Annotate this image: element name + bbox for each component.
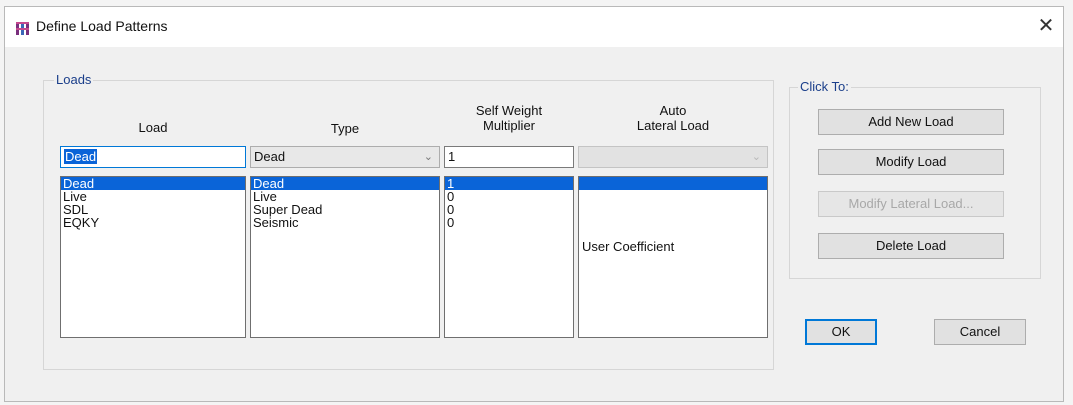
list-item[interactable]: EQKY [61,216,245,229]
modify-load-button[interactable]: Modify Load [818,149,1004,175]
chevron-down-icon: ⌄ [751,151,761,163]
list-item[interactable]: Dead [61,177,245,190]
list-item[interactable]: 0 [445,216,573,229]
list-item[interactable]: Dead [251,177,439,190]
self-weight-multiplier-input-value: 1 [448,149,456,164]
etabs-app-icon [16,22,29,35]
cancel-button[interactable]: Cancel [934,319,1026,345]
delete-load-button[interactable]: Delete Load [818,233,1004,259]
click-to-group: Click To: Add New Load Modify Load Modif… [789,79,1041,279]
load-name-list[interactable]: Dead Live SDL EQKY [60,176,246,338]
list-item[interactable]: 1 [445,177,573,190]
chevron-down-icon: ⌄ [423,151,433,163]
auto-lateral-load-dropdown: ⌄ [578,146,768,168]
list-item[interactable]: 0 [445,203,573,216]
loads-group: Loads Load Type Self Weight Multiplier A… [43,72,774,370]
title-bar: Define Load Patterns ✕ [5,7,1063,47]
define-load-patterns-dialog: Define Load Patterns ✕ Loads Load Type S… [4,6,1064,402]
list-item[interactable] [579,190,767,203]
load-name-input[interactable]: Dead [60,146,246,168]
ok-button[interactable]: OK [805,319,877,345]
modify-lateral-load-button: Modify Lateral Load... [818,191,1004,217]
load-name-input-value: Dead [64,149,98,164]
list-item[interactable]: Live [61,190,245,203]
close-icon[interactable]: ✕ [1029,10,1063,42]
list-item[interactable] [579,177,767,190]
self-weight-multiplier-input[interactable]: 1 [444,146,574,168]
load-type-list[interactable]: Dead Live Super Dead Seismic [250,176,440,338]
list-item[interactable]: User Coefficient [582,239,674,254]
self-weight-multiplier-header: Self Weight Multiplier [475,103,543,133]
list-item[interactable]: Seismic [251,216,439,229]
add-new-load-button[interactable]: Add New Load [818,109,1004,135]
load-type-dropdown[interactable]: Dead ⌄ [250,146,440,168]
load-type-dropdown-value: Dead [254,149,286,164]
type-column-header: Type [330,121,360,136]
self-weight-multiplier-list[interactable]: 1 0 0 0 [444,176,574,338]
list-item[interactable]: 0 [445,190,573,203]
load-column-header: Load [138,120,168,135]
loads-group-label: Loads [54,72,94,87]
window-title: Define Load Patterns [36,18,168,34]
auto-lateral-load-header: Auto Lateral Load [636,103,710,133]
list-item[interactable] [579,203,767,216]
click-to-group-label: Click To: [798,79,851,94]
auto-lateral-load-list[interactable]: User Coefficient [578,176,768,338]
